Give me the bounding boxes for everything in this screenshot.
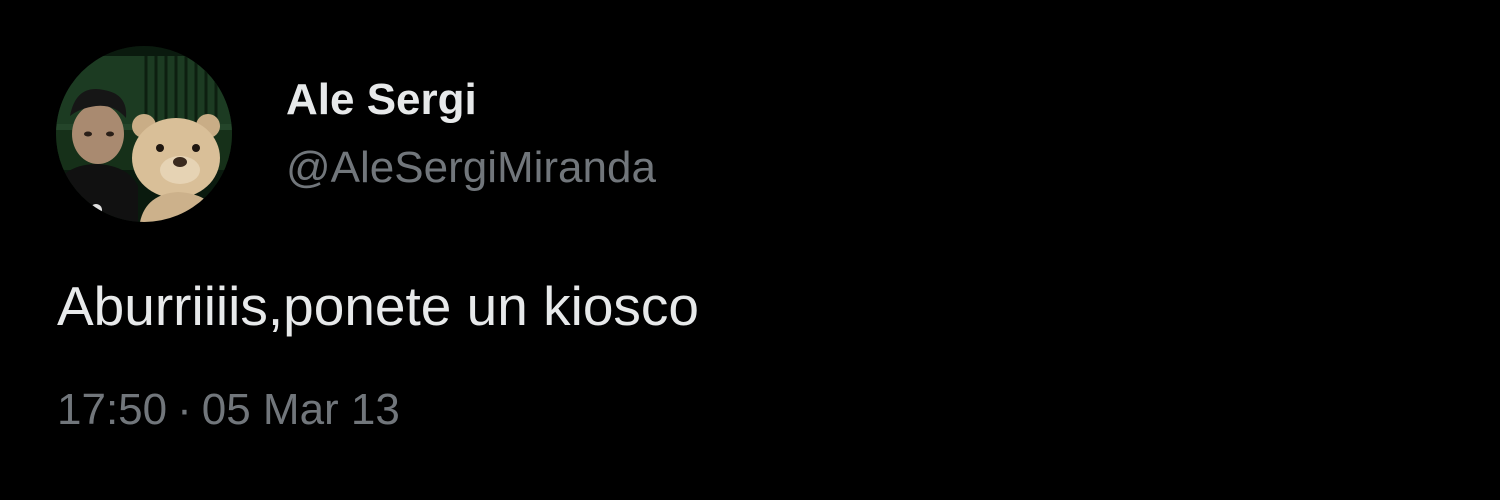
tweet-card: Ale Sergi @AleSergiMiranda Aburriiiis,po… xyxy=(0,0,1500,500)
tweet-text: Aburriiiis,ponete un kiosco xyxy=(57,275,700,337)
author-handle[interactable]: @AleSergiMiranda xyxy=(286,142,656,194)
tweet-timestamp[interactable]: 17:50 · 05 Mar 13 xyxy=(57,384,400,436)
avatar-image xyxy=(56,46,232,222)
timestamp-separator: · xyxy=(177,385,192,434)
tweet-date: 05 Mar 13 xyxy=(201,385,400,434)
author-display-name[interactable]: Ale Sergi xyxy=(286,74,477,126)
tweet-time: 17:50 xyxy=(57,385,168,434)
avatar[interactable] xyxy=(56,46,232,222)
